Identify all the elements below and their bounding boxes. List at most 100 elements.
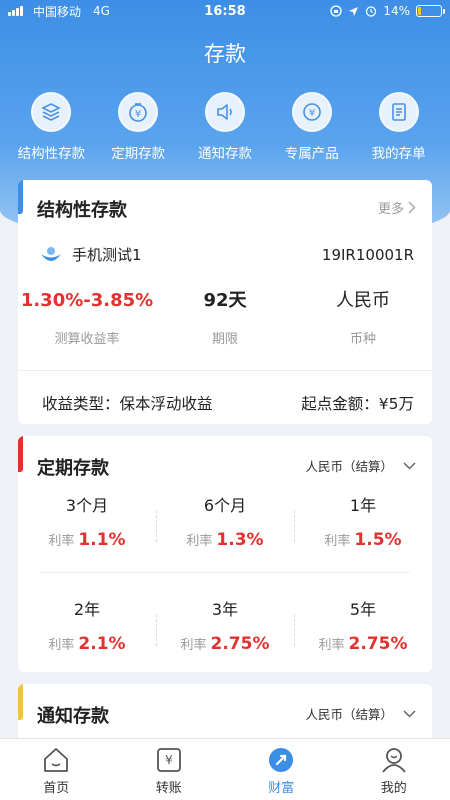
rate-label: 利率 (48, 534, 75, 549)
rate-value: 2.75% (348, 634, 408, 654)
product-stats: 1.30%-3.85% 测算收益率 92天 期限 人民币 币种 (18, 288, 432, 347)
rate-term: 6个月 (203, 496, 247, 515)
rate-item[interactable]: 6个月 利率 1.3% (156, 492, 294, 550)
stat-term: 92天 期限 (156, 288, 294, 347)
rate-value: 1.1% (78, 530, 126, 550)
rate-item[interactable]: 3年 利率 2.75% (156, 596, 294, 654)
chevron-right-icon (408, 201, 416, 214)
svg-text:¥: ¥ (135, 109, 141, 120)
tab-home[interactable]: 首页 (0, 739, 113, 800)
currency-select[interactable]: 人民币（结算） (305, 704, 416, 723)
layers-icon (31, 92, 72, 132)
carrier-label: 中国移动 (33, 4, 82, 19)
quick-nav-my-deposits[interactable]: 我的存单 (357, 92, 441, 162)
quick-nav-structured-deposit[interactable]: 结构性存款 (9, 92, 93, 162)
speaker-icon (204, 92, 245, 132)
rate-term: 3年 (211, 600, 239, 619)
rate-label: 利率 (324, 534, 351, 549)
lock-rotation-icon (330, 5, 342, 17)
quick-nav-label: 专属产品 (284, 146, 339, 162)
stat-value: 人民币 (336, 290, 390, 311)
quick-nav-label: 通知存款 (197, 146, 252, 162)
divider (40, 572, 410, 573)
network-label: 4G (93, 4, 110, 18)
divider (18, 370, 432, 371)
timer-yuan-icon: ¥ (118, 92, 159, 132)
quick-nav-fixed-deposit[interactable]: ¥ 定期存款 (96, 92, 180, 162)
product-row[interactable]: 手机测试1 19IR10001R (40, 244, 414, 265)
user-icon (382, 748, 406, 773)
stat-label: 币种 (349, 332, 376, 347)
location-icon (349, 6, 359, 16)
card-accent (18, 180, 23, 214)
tab-profile[interactable]: 我的 (338, 739, 450, 800)
min-amount: 起点金额：¥5万 (301, 395, 414, 413)
tab-label: 首页 (43, 781, 70, 796)
rate-item[interactable]: 1年 利率 1.5% (294, 492, 432, 550)
stat-value: 92天 (203, 290, 247, 311)
currency-value: 人民币（结算） (305, 459, 393, 474)
rate-item[interactable]: 3个月 利率 1.1% (18, 492, 156, 550)
signal-icon (8, 6, 23, 16)
tab-transfer[interactable]: ¥ 转账 (113, 739, 226, 800)
card-title: 结构性存款 (37, 200, 127, 221)
tab-label: 我的 (380, 781, 407, 796)
rate-value: 1.5% (354, 530, 402, 550)
product-code: 19IR10001R (321, 245, 414, 264)
rate-label: 利率 (318, 638, 345, 653)
currency-value: 人民币（结算） (305, 707, 393, 722)
structured-deposit-card: 结构性存款 更多 手机测试1 19IR10001R 1.30%-3.85% 测算… (18, 180, 432, 424)
chevron-down-icon (403, 709, 416, 718)
rate-term: 1年 (349, 496, 377, 515)
document-icon (378, 92, 419, 132)
tab-wealth[interactable]: 财富 (225, 739, 338, 800)
tab-label: 转账 (155, 781, 182, 796)
currency-select[interactable]: 人民币（结算） (305, 456, 416, 475)
rate-item[interactable]: 2年 利率 2.1% (18, 596, 156, 654)
quick-nav: 结构性存款 ¥ 定期存款 通知存款 ¥ 专属产品 我的存单 (0, 92, 450, 162)
svg-text:¥: ¥ (165, 753, 173, 767)
income-type: 收益类型：保本浮动收益 (42, 395, 213, 413)
rate-term: 5年 (349, 600, 377, 619)
rate-term: 2年 (73, 600, 101, 619)
product-name: 手机测试1 (72, 246, 142, 264)
card-accent (18, 684, 23, 720)
rate-item[interactable]: 5年 利率 2.75% (294, 596, 432, 654)
yuan-circle-icon: ¥ (291, 92, 332, 132)
stat-label: 期限 (211, 332, 238, 347)
rate-value: 2.1% (78, 634, 126, 654)
rate-term: 3个月 (65, 496, 109, 515)
tab-bar: 首页 ¥ 转账 财富 我的 (0, 738, 450, 800)
rate-label: 利率 (186, 534, 213, 549)
quick-nav-notice-deposit[interactable]: 通知存款 (183, 92, 267, 162)
quick-nav-label: 结构性存款 (17, 146, 86, 162)
rate-label: 利率 (180, 638, 207, 653)
rate-row: 3个月 利率 1.1% 6个月 利率 1.3% 1年 利率 1.5% (18, 492, 432, 550)
card-title: 通知存款 (37, 706, 109, 727)
quick-nav-label: 定期存款 (111, 146, 166, 162)
tab-label: 财富 (268, 781, 295, 796)
chevron-down-icon (403, 461, 416, 470)
more-link[interactable]: 更多 (378, 198, 416, 217)
transfer-icon: ¥ (156, 748, 181, 772)
info-row: 收益类型：保本浮动收益 起点金额：¥5万 (42, 392, 414, 414)
more-label: 更多 (377, 202, 404, 217)
rate-value: 1.3% (216, 530, 264, 550)
rate-value: 2.75% (210, 634, 270, 654)
notice-deposit-card: 通知存款 人民币（结算） (18, 684, 432, 744)
battery-icon (416, 5, 445, 17)
rate-row: 2年 利率 2.1% 3年 利率 2.75% 5年 利率 2.75% (18, 596, 432, 654)
page-title: 存款 (204, 42, 246, 66)
quick-nav-exclusive-products[interactable]: ¥ 专属产品 (270, 92, 354, 162)
stat-label: 测算收益率 (54, 332, 120, 347)
quick-nav-label: 我的存单 (371, 146, 426, 162)
card-accent (18, 436, 23, 472)
rate-label: 利率 (48, 638, 75, 653)
svg-text:¥: ¥ (309, 108, 315, 119)
product-logo-icon (41, 246, 61, 261)
card-title: 定期存款 (37, 458, 109, 479)
status-bar: 中国移动 4G 16:58 14% (0, 0, 450, 22)
battery-percent: 14% (383, 4, 410, 18)
home-icon (44, 748, 69, 772)
stat-currency: 人民币 币种 (294, 288, 432, 347)
